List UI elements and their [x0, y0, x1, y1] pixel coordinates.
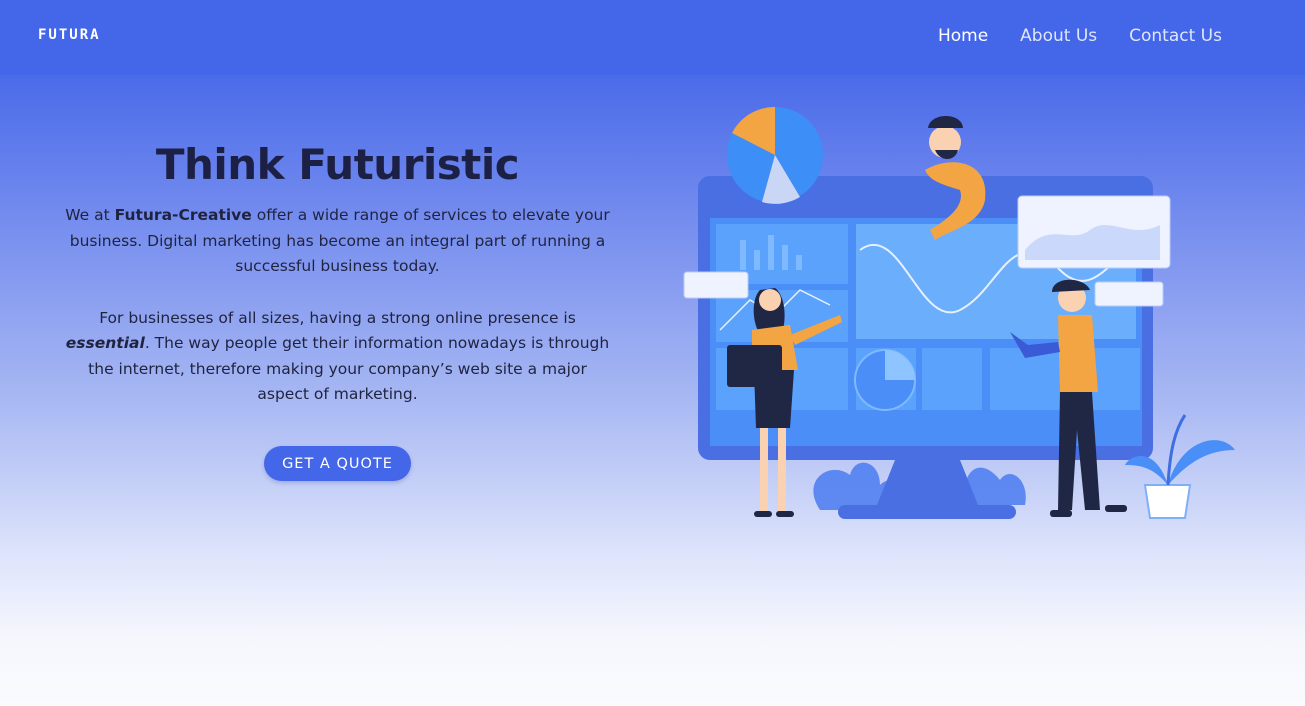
- para2-pre: For businesses of all sizes, having a st…: [99, 308, 576, 327]
- hero-paragraph-2: For businesses of all sizes, having a st…: [60, 306, 615, 408]
- nav-links: Home About Us Contact Us: [938, 26, 1222, 46]
- hero-text: Think Futuristic We at Futura-Creative o…: [60, 140, 615, 408]
- futura-logo[interactable]: FUTURA: [38, 27, 101, 47]
- para2-post: . The way people get their information n…: [88, 334, 610, 403]
- para1-pre: We at: [65, 206, 115, 224]
- nav-link-home[interactable]: Home: [938, 26, 988, 46]
- brand-name: Futura-Creative: [114, 206, 252, 224]
- marketing-dashboard-illustration: [683, 106, 1235, 519]
- hero-paragraph-1: We at Futura-Creative offer a wide range…: [60, 203, 615, 280]
- get-a-quote-button[interactable]: GET A QUOTE: [264, 446, 411, 481]
- hero-title: Think Futuristic: [155, 140, 520, 189]
- emphasis-essential: essential: [65, 334, 145, 352]
- nav-link-contact-us[interactable]: Contact Us: [1129, 26, 1222, 46]
- top-navbar: FUTURA Home About Us Contact Us: [0, 0, 1305, 75]
- nav-link-about-us[interactable]: About Us: [1020, 26, 1097, 46]
